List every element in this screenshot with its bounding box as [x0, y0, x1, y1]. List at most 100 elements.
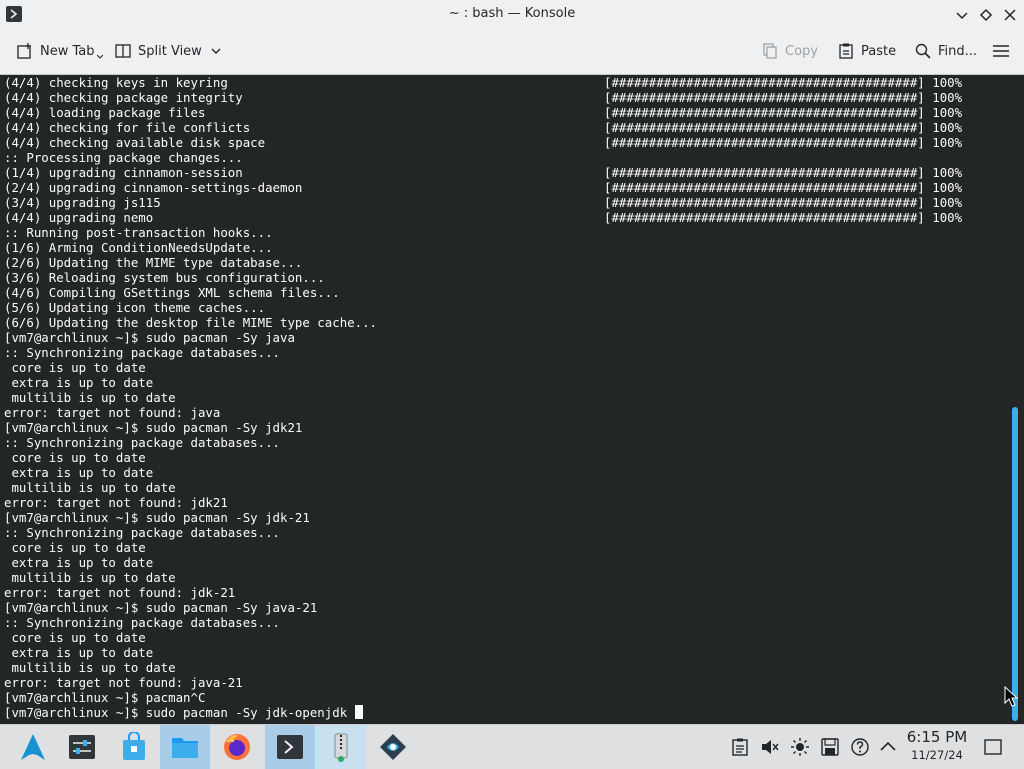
- terminal-line: (6/6) Updating the desktop file MIME typ…: [4, 315, 377, 330]
- taskbar: 6:15 PM 11/27/24: [0, 724, 1024, 769]
- task-dolphin-file-manager[interactable]: [160, 725, 210, 769]
- arch-linux-logo-icon: [21, 734, 45, 760]
- split-view-label: Split View: [138, 43, 202, 59]
- task-konsole[interactable]: [265, 725, 315, 769]
- split-view-button[interactable]: Split View: [114, 40, 228, 62]
- task-firefox[interactable]: [212, 725, 262, 769]
- terminal-line: :: Running post-transaction hooks...: [4, 225, 273, 240]
- task-graphics-app[interactable]: [368, 725, 418, 769]
- copy-label: Copy: [785, 43, 818, 59]
- terminal-line: (2/4) upgrading cinnamon-settings-daemon: [4, 180, 303, 195]
- search-icon: [915, 43, 931, 59]
- new-tab-button[interactable]: New Tab: [16, 40, 109, 62]
- terminal-line: extra is up to date: [4, 465, 154, 480]
- text-cursor: [354, 705, 363, 719]
- minimize-button[interactable]: [953, 6, 971, 24]
- task-archive-manager[interactable]: [316, 725, 366, 769]
- terminal-line: :: Synchronizing package databases...: [4, 615, 281, 630]
- scrollbar-thumb[interactable]: [1012, 407, 1018, 721]
- terminal-line: (4/4) checking package integrity: [4, 90, 243, 105]
- clipboard-icon[interactable]: [730, 737, 750, 757]
- clock-time[interactable]: 6:15 PM: [900, 728, 974, 746]
- terminal-line: (5/6) Updating icon theme caches...: [4, 300, 266, 315]
- shopping-bag-icon: [123, 732, 145, 760]
- terminal-line: (4/4) loading package files: [4, 105, 206, 120]
- chevron-down-icon: [956, 12, 968, 20]
- progress-bar-text: [#######################################…: [604, 165, 963, 180]
- maximize-button[interactable]: [977, 6, 995, 24]
- terminal-line: (2/6) Updating the MIME type database...: [4, 255, 303, 270]
- mouse-pointer-icon: [1004, 686, 1018, 707]
- task-system-settings[interactable]: [57, 725, 107, 769]
- terminal-line: error: target not found: jdk21: [4, 495, 228, 510]
- hamburger-menu-button[interactable]: [992, 40, 1016, 62]
- storage-device-icon[interactable]: [820, 737, 840, 757]
- find-label: Find...: [938, 43, 978, 59]
- progress-bar-text: [#######################################…: [604, 90, 963, 105]
- find-button[interactable]: Find...: [914, 40, 977, 62]
- terminal-line: multilib is up to date: [4, 480, 176, 495]
- terminal-line: multilib is up to date: [4, 570, 176, 585]
- brightness-icon[interactable]: [790, 737, 810, 757]
- settings-sliders-icon: [69, 735, 95, 759]
- terminal-prompt-line: [vm7@archlinux ~]$ sudo pacman -Sy jdk-o…: [4, 705, 363, 720]
- chevron-up-icon[interactable]: [878, 737, 898, 757]
- terminal-output[interactable]: (4/4) checking keys in keyring (4/4) chec…: [0, 75, 1008, 724]
- hamburger-menu-icon: [993, 45, 1009, 57]
- terminal-line: (4/4) checking for file conflicts: [4, 120, 251, 135]
- window-title: ~ : bash — Konsole: [448, 6, 576, 21]
- toolbar: New Tab Split View Copy Paste Find...: [0, 29, 1024, 75]
- new-tab-label: New Tab: [40, 43, 95, 59]
- application-launcher[interactable]: [8, 725, 58, 769]
- terminal-scrollbar[interactable]: [1008, 75, 1024, 724]
- dropdown-arrow-icon: [96, 54, 103, 59]
- terminal-line: (4/4) checking keys in keyring: [4, 75, 228, 90]
- terminal-line: :: Synchronizing package databases...: [4, 525, 281, 540]
- graphics-app-icon: [380, 734, 406, 760]
- copy-button[interactable]: Copy: [761, 40, 818, 62]
- terminal-line: [vm7@archlinux ~]$ sudo pacman -Sy java-…: [4, 600, 318, 615]
- show-desktop-icon[interactable]: [983, 737, 1003, 757]
- terminal-line: core is up to date: [4, 360, 146, 375]
- volume-muted-icon[interactable]: [760, 737, 780, 757]
- progress-bar-text: [#######################################…: [604, 180, 963, 195]
- progress-bar-text: [#######################################…: [604, 195, 963, 210]
- terminal-line: :: Synchronizing package databases...: [4, 345, 281, 360]
- progress-bar-text: [#######################################…: [604, 210, 963, 225]
- terminal-line: error: target not found: java-21: [4, 675, 243, 690]
- progress-bar-text: [#######################################…: [604, 75, 963, 90]
- close-button[interactable]: [1001, 6, 1019, 24]
- chevron-down-icon: [211, 48, 221, 54]
- terminal-line: (4/6) Compiling GSettings XML schema fil…: [4, 285, 340, 300]
- terminal-line: (3/6) Reloading system bus configuration…: [4, 270, 325, 285]
- terminal-line: [vm7@archlinux ~]$ sudo pacman -Sy jdk-2…: [4, 510, 310, 525]
- terminal-line: (1/6) Arming ConditionNeedsUpdate...: [4, 240, 273, 255]
- split-view-icon: [115, 44, 131, 58]
- diamond-icon: [979, 8, 993, 22]
- terminal-line: extra is up to date: [4, 645, 154, 660]
- task-discover[interactable]: [109, 725, 159, 769]
- clock-date[interactable]: 11/27/24: [900, 748, 974, 762]
- terminal-line: error: target not found: java: [4, 405, 221, 420]
- paste-icon: [839, 43, 853, 59]
- terminal-line: multilib is up to date: [4, 660, 176, 675]
- terminal-line: core is up to date: [4, 540, 146, 555]
- archive-zip-icon: [334, 733, 348, 762]
- terminal-line: (4/4) checking available disk space: [4, 135, 266, 150]
- progress-bar-text: [#######################################…: [604, 120, 963, 135]
- terminal-line: [vm7@archlinux ~]$ sudo pacman -Sy jdk21: [4, 420, 303, 435]
- new-tab-icon: [17, 43, 31, 59]
- terminal-line: multilib is up to date: [4, 390, 176, 405]
- folder-icon: [172, 738, 198, 758]
- paste-button[interactable]: Paste: [837, 40, 896, 62]
- paste-label: Paste: [861, 43, 897, 59]
- terminal-line: (4/4) upgrading nemo: [4, 210, 154, 225]
- title-bar: ~ : bash — Konsole: [0, 0, 1024, 29]
- terminal-line: :: Processing package changes...: [4, 150, 243, 165]
- help-icon[interactable]: [850, 737, 870, 757]
- terminal-line: extra is up to date: [4, 375, 154, 390]
- terminal-line: :: Synchronizing package databases...: [4, 435, 281, 450]
- terminal-line: [vm7@archlinux ~]$ pacman^C: [4, 690, 206, 705]
- terminal-line: [vm7@archlinux ~]$ sudo pacman -Sy java: [4, 330, 295, 345]
- terminal-line: extra is up to date: [4, 555, 154, 570]
